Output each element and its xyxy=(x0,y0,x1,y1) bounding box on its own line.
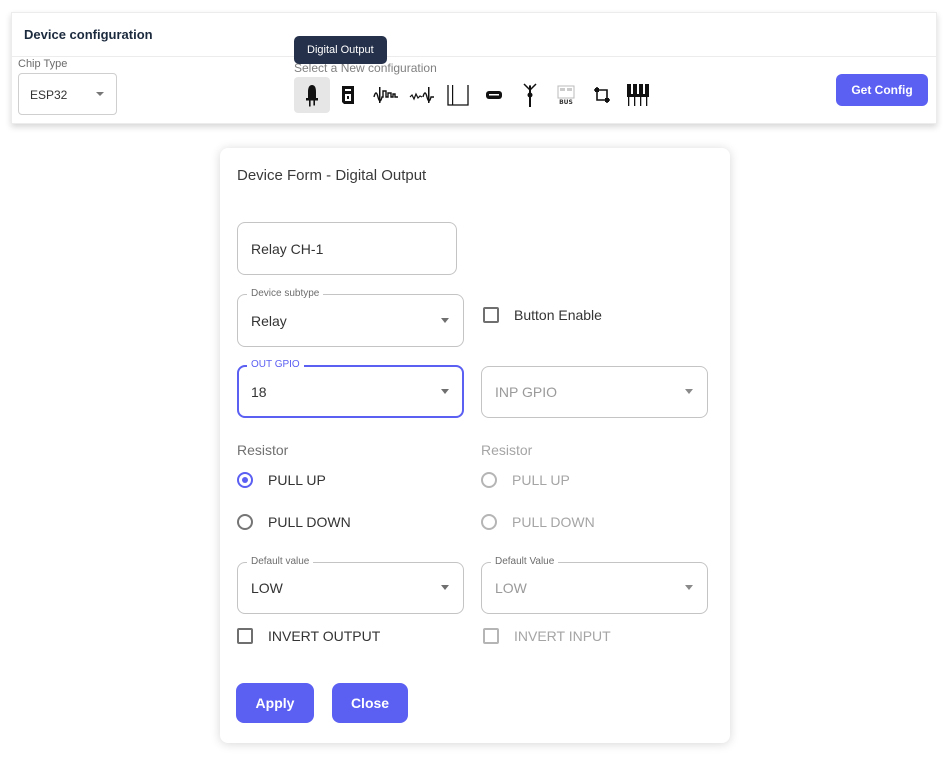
chip-type-select[interactable]: ESP32 xyxy=(18,73,117,115)
i2c-icon[interactable] xyxy=(584,77,620,113)
pull-up-label: PULL UP xyxy=(512,472,570,488)
radio-pull-down-right[interactable]: PULL DOWN xyxy=(481,511,595,533)
inp-gpio-select[interactable]: INP GPIO xyxy=(481,366,708,418)
svg-text:BUS: BUS xyxy=(559,99,573,106)
checkbox-box xyxy=(237,628,253,644)
chevron-down-icon xyxy=(441,389,449,394)
panel-divider xyxy=(12,56,936,57)
radio-button xyxy=(237,472,253,488)
panel-title: Device configuration xyxy=(24,27,153,42)
resistor-label-left: Resistor xyxy=(237,442,289,458)
out-gpio-select[interactable]: OUT GPIO 18 xyxy=(237,359,464,418)
radio-pull-down-left[interactable]: PULL DOWN xyxy=(237,511,351,533)
device-subtype-label: Device subtype xyxy=(247,288,324,300)
invert-input-checkbox[interactable]: INVERT INPUT xyxy=(483,625,611,647)
radio-button xyxy=(481,514,497,530)
inp-gpio-placeholder: INP GPIO xyxy=(495,384,557,400)
radio-button xyxy=(481,472,497,488)
bus-icon[interactable]: BUS xyxy=(548,77,584,113)
default-value-label: Default value xyxy=(247,556,314,568)
default-value-input-select[interactable]: Default Value LOW xyxy=(481,556,708,614)
pwm-output-icon[interactable] xyxy=(368,77,404,113)
tooltip: Digital Output xyxy=(294,36,387,64)
chip-type-label: Chip Type xyxy=(18,58,68,70)
chevron-down-icon xyxy=(685,389,693,394)
invert-input-label: INVERT INPUT xyxy=(514,628,611,644)
device-form-card: Device Form - Digital Output Relay CH-1 … xyxy=(220,148,730,743)
apply-button[interactable]: Apply xyxy=(236,683,314,723)
default-value-select[interactable]: Default value LOW xyxy=(237,556,464,614)
close-button[interactable]: Close xyxy=(332,683,408,723)
display-icon[interactable] xyxy=(476,77,512,113)
resistor-label-right: Resistor xyxy=(481,442,533,458)
radio-button xyxy=(237,514,253,530)
multi-relay-icon[interactable] xyxy=(620,77,656,113)
invert-output-checkbox[interactable]: INVERT OUTPUT xyxy=(237,625,380,647)
chip-type-value: ESP32 xyxy=(30,88,68,102)
device-subtype-select[interactable]: Device subtype Relay xyxy=(237,288,464,347)
chevron-down-icon xyxy=(96,92,104,96)
radio-pull-up-left[interactable]: PULL UP xyxy=(237,469,326,491)
default-value-value: LOW xyxy=(251,580,283,596)
device-name-input[interactable]: Relay CH-1 xyxy=(237,222,457,275)
default-value-input-value: LOW xyxy=(495,580,527,596)
analog-input-icon[interactable] xyxy=(404,77,440,113)
device-name-value: Relay CH-1 xyxy=(251,241,324,257)
device-subtype-value: Relay xyxy=(251,313,287,329)
get-config-button[interactable]: Get Config xyxy=(836,74,928,106)
antenna-icon[interactable] xyxy=(512,77,548,113)
invert-output-label: INVERT OUTPUT xyxy=(268,628,381,644)
checkbox-box xyxy=(483,628,499,644)
rgb-strip-icon[interactable] xyxy=(440,77,476,113)
chevron-down-icon xyxy=(685,585,693,590)
digital-input-icon[interactable] xyxy=(330,77,366,113)
pull-down-label: PULL DOWN xyxy=(268,514,351,530)
chevron-down-icon xyxy=(441,318,449,323)
pull-down-label: PULL DOWN xyxy=(512,514,595,530)
default-value-input-label: Default Value xyxy=(491,556,559,568)
chevron-down-icon xyxy=(441,585,449,590)
button-enable-label: Button Enable xyxy=(514,307,602,323)
out-gpio-label: OUT GPIO xyxy=(247,359,304,371)
radio-pull-up-right[interactable]: PULL UP xyxy=(481,469,570,491)
out-gpio-value: 18 xyxy=(251,384,267,400)
pull-up-label: PULL UP xyxy=(268,472,326,488)
checkbox-box xyxy=(483,307,499,323)
form-title: Device Form - Digital Output xyxy=(237,167,427,184)
device-configuration-panel: Device configuration Chip Type ESP32 Sel… xyxy=(11,12,937,124)
digital-output-icon[interactable] xyxy=(294,77,330,113)
button-enable-checkbox[interactable]: Button Enable xyxy=(483,304,602,326)
